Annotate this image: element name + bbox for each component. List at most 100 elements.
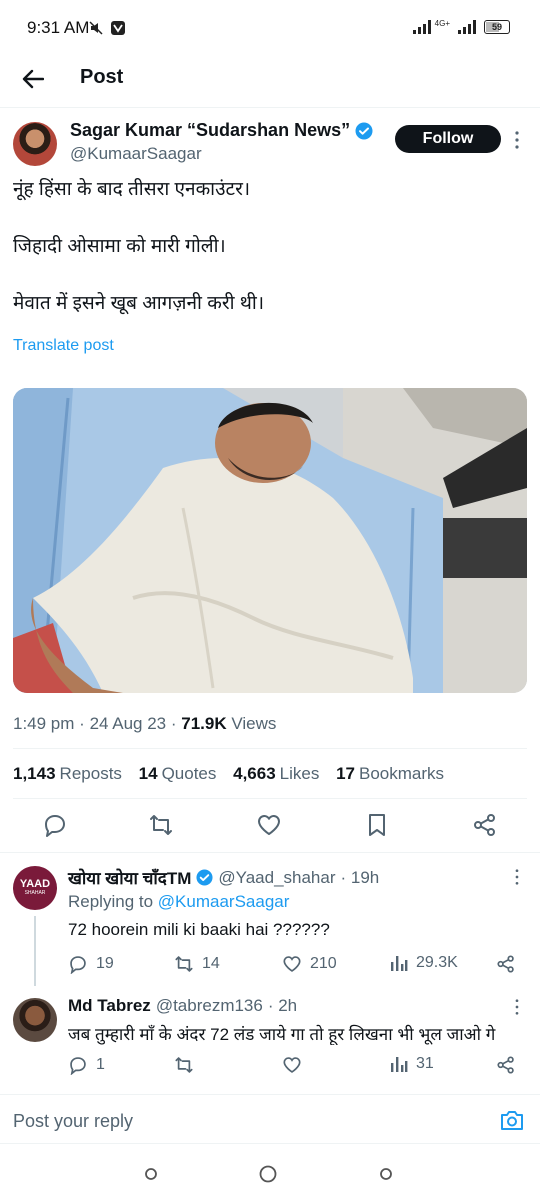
like-icon bbox=[283, 956, 301, 972]
app-notification-icon bbox=[111, 21, 125, 35]
reply-repost-button[interactable]: 14 bbox=[174, 954, 220, 974]
quotes-stat[interactable]: 14 Quotes bbox=[139, 764, 217, 783]
reply-author-handle[interactable]: @tabrezm136 bbox=[156, 996, 263, 1016]
reply-count: 19 bbox=[96, 955, 114, 972]
reply-avatar[interactable] bbox=[13, 998, 57, 1042]
post-views-label[interactable]: Views bbox=[231, 714, 276, 733]
repost-count: 14 bbox=[202, 955, 220, 972]
likes-stat[interactable]: 4,663 Likes bbox=[233, 764, 319, 783]
reply-icon bbox=[70, 956, 86, 974]
author-name-row[interactable]: Sagar Kumar “Sudarshan News” bbox=[70, 120, 373, 141]
reply-input[interactable]: Post your reply bbox=[13, 1111, 133, 1132]
status-right: 4G+ 59 bbox=[412, 18, 510, 34]
reply-item[interactable]: Md Tabrez @tabrezm136 · 2h जब तुम्हारी म… bbox=[0, 992, 540, 1088]
reply-like-button[interactable]: 210 bbox=[282, 954, 337, 974]
like-count: 210 bbox=[310, 955, 337, 972]
reply-item[interactable]: YAAD SHAHAR खोया खोया चाँदTM @Yaad_shaha… bbox=[0, 862, 540, 986]
share-icon[interactable] bbox=[496, 954, 516, 974]
more-options-icon[interactable] bbox=[512, 868, 522, 886]
reply-author-name[interactable]: Md Tabrez bbox=[68, 996, 151, 1016]
signal-icon-2 bbox=[458, 20, 476, 34]
divider bbox=[13, 798, 527, 799]
network-type: 4G+ bbox=[434, 18, 450, 28]
post-author: Sagar Kumar “Sudarshan News” @KumaarSaag… bbox=[0, 120, 540, 170]
reply-reply-button[interactable]: 1 bbox=[68, 1055, 105, 1075]
camera-icon[interactable] bbox=[500, 1109, 524, 1131]
reply-age: · 19h bbox=[340, 867, 380, 887]
reply-actions: 19 14 210 29.3K bbox=[68, 954, 528, 976]
reply-avatar-subtext: SHAHAR bbox=[24, 890, 46, 896]
reply-composer[interactable]: Post your reply bbox=[0, 1094, 540, 1144]
mute-icon bbox=[89, 21, 103, 35]
views-count: 29.3K bbox=[416, 954, 458, 971]
status-time: 9:31 AM bbox=[27, 18, 90, 37]
thread-line bbox=[34, 916, 36, 986]
back-nav-button[interactable] bbox=[376, 1164, 396, 1184]
repost-icon[interactable] bbox=[148, 812, 174, 838]
translate-post-link[interactable]: Translate post bbox=[13, 337, 114, 355]
divider bbox=[13, 748, 527, 749]
reply-views-button[interactable]: 31 bbox=[390, 1055, 434, 1073]
reply-author-name[interactable]: खोया खोया चाँदTM bbox=[68, 866, 191, 889]
post-line: जिहादी ओसामा को मारी गोली। bbox=[13, 236, 226, 257]
reply-header: Md Tabrez @tabrezm136 · 2h bbox=[68, 996, 297, 1016]
reply-icon[interactable] bbox=[42, 812, 68, 838]
reply-author-handle[interactable]: @Yaad_shahar bbox=[218, 868, 335, 888]
post-line: नूंह हिंसा के बाद तीसरा एनकाउंटर। bbox=[13, 179, 251, 200]
replying-to-handle[interactable]: @KumaarSaagar bbox=[158, 892, 290, 911]
page-title: Post bbox=[80, 66, 124, 88]
reply-actions: 1 31 bbox=[68, 1055, 528, 1077]
like-icon bbox=[283, 1057, 301, 1073]
reply-like-button[interactable] bbox=[282, 1055, 302, 1075]
views-icon bbox=[391, 956, 408, 971]
verified-icon bbox=[355, 122, 373, 139]
reposts-stat[interactable]: 1,143 Reposts bbox=[13, 764, 122, 783]
post-date: 24 Aug 23 bbox=[89, 714, 167, 733]
reply-repost-button[interactable] bbox=[174, 1055, 194, 1075]
status-notification-icons bbox=[88, 20, 126, 36]
divider bbox=[0, 852, 540, 853]
more-options-icon[interactable] bbox=[512, 998, 522, 1016]
verified-icon bbox=[196, 869, 213, 886]
post-image[interactable] bbox=[13, 388, 527, 693]
reply-avatar[interactable]: YAAD SHAHAR bbox=[13, 866, 57, 910]
app-header: Post bbox=[0, 58, 540, 108]
system-nav-bar bbox=[0, 1150, 540, 1200]
home-button[interactable] bbox=[258, 1164, 278, 1184]
views-icon bbox=[391, 1057, 408, 1072]
battery-level: 59 bbox=[491, 22, 502, 32]
share-icon[interactable] bbox=[496, 1055, 516, 1075]
post-meta: 1:49 pm · 24 Aug 23 · 71.9K Views bbox=[13, 714, 277, 733]
reply-age: · 2h bbox=[267, 996, 298, 1015]
post-line: मेवात में इसने खूब आगज़नी करी थी। bbox=[13, 293, 265, 314]
repost-icon bbox=[175, 956, 193, 972]
views-count: 31 bbox=[416, 1055, 434, 1072]
author-handle[interactable]: @KumaarSaagar bbox=[70, 144, 202, 164]
follow-button[interactable]: Follow bbox=[395, 125, 501, 153]
like-icon[interactable] bbox=[256, 812, 282, 838]
bookmark-icon[interactable] bbox=[364, 812, 390, 838]
post-time: 1:49 pm bbox=[13, 714, 75, 733]
post-stats: 1,143 Reposts 14 Quotes 4,663 Likes 17 Bookm… bbox=[13, 764, 456, 784]
post-text: नूंह हिंसा के बाद तीसरा एनकाउंटर। जिहादी… bbox=[13, 176, 523, 347]
reply-reply-button[interactable]: 19 bbox=[68, 954, 114, 974]
replying-to: Replying to @KumaarSaagar bbox=[68, 892, 289, 912]
signal-icon bbox=[412, 20, 431, 34]
battery-icon: 59 bbox=[484, 20, 510, 34]
status-bar: 9:31 AM 4G+ 59 bbox=[0, 0, 540, 58]
arrow-left-icon bbox=[22, 69, 44, 89]
author-avatar[interactable] bbox=[13, 122, 57, 166]
more-options-icon[interactable] bbox=[512, 130, 522, 150]
replying-prefix: Replying to bbox=[68, 892, 154, 911]
reply-text: जब तुम्हारी माँ के अंदर 72 लंड जाये गा त… bbox=[68, 1025, 496, 1044]
back-button[interactable] bbox=[18, 64, 48, 94]
post-photo bbox=[13, 388, 527, 693]
reply-icon bbox=[70, 1057, 86, 1075]
recent-apps-button[interactable] bbox=[141, 1164, 161, 1184]
reply-views-button[interactable]: 29.3K bbox=[390, 954, 458, 972]
author-name: Sagar Kumar “Sudarshan News” bbox=[70, 120, 351, 140]
share-icon[interactable] bbox=[472, 812, 498, 838]
bookmarks-stat[interactable]: 17 Bookmarks bbox=[336, 764, 444, 783]
post-actions bbox=[0, 812, 540, 842]
reply-header: खोया खोया चाँदTM @Yaad_shahar · 19h bbox=[68, 866, 379, 889]
